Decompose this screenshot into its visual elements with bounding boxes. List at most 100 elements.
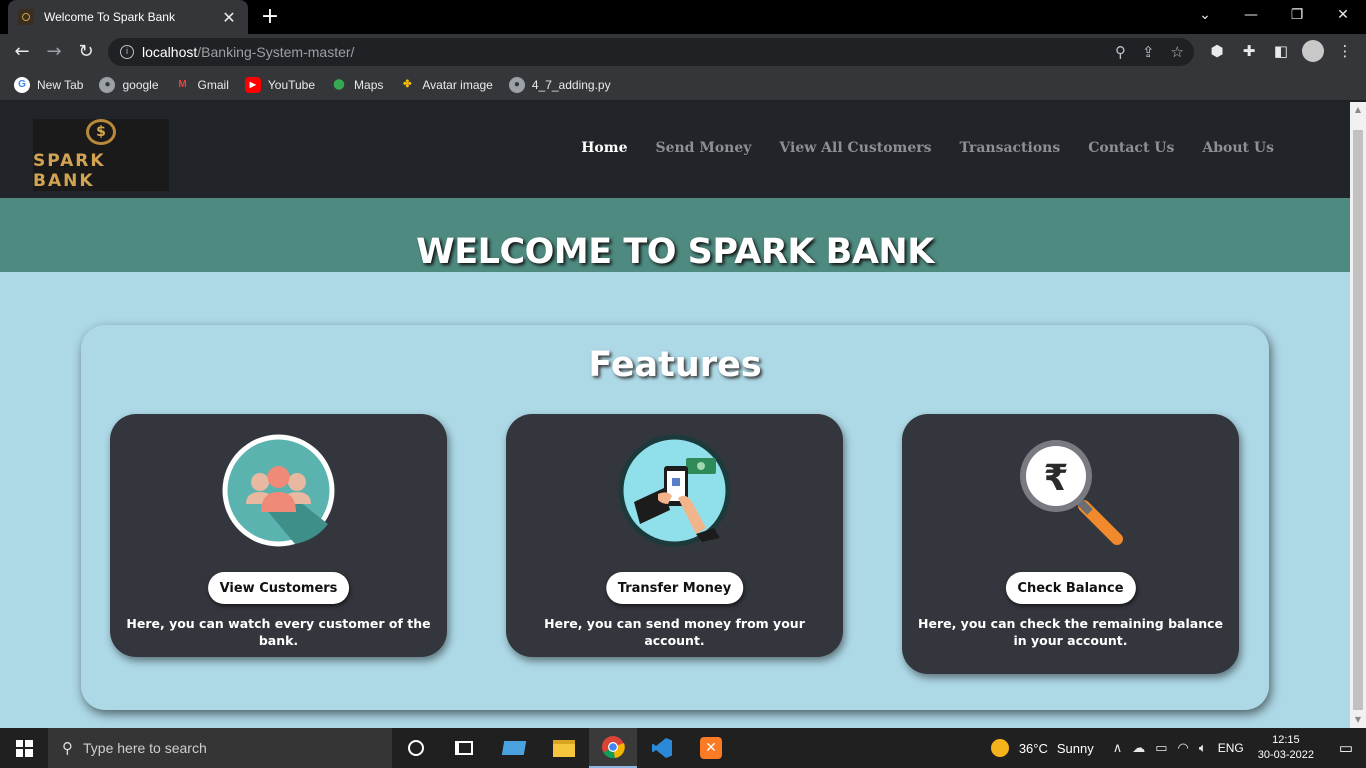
windows-logo-icon bbox=[15, 739, 33, 757]
bookmark-gmail[interactable]: M Gmail bbox=[175, 77, 229, 93]
start-button[interactable] bbox=[0, 728, 48, 768]
site-navbar: $ SPARK BANK Home Send Money View All Cu… bbox=[0, 102, 1350, 198]
bookmark-label: YouTube bbox=[267, 78, 316, 92]
close-window-button[interactable]: ✕ bbox=[1320, 0, 1366, 30]
page-scrollbar[interactable]: ▲ ▼ bbox=[1350, 102, 1366, 728]
extensions-puzzle-icon[interactable]: ✚ bbox=[1238, 40, 1260, 62]
file-explorer-icon[interactable] bbox=[540, 728, 588, 768]
sunny-weather-icon[interactable] bbox=[990, 739, 1009, 757]
tab-search-icon[interactable]: ⌄ bbox=[1182, 0, 1228, 30]
laptop-app-icon[interactable] bbox=[490, 728, 538, 768]
bookmark-maps[interactable]: ⬤ Maps bbox=[331, 77, 383, 93]
feature-card-customers: View Customers Here, you can watch every… bbox=[110, 414, 447, 657]
weather-description[interactable]: Sunny bbox=[1057, 741, 1094, 756]
notification-icon[interactable]: ▭ bbox=[1326, 728, 1366, 768]
side-panel-icon[interactable]: ◧ bbox=[1270, 40, 1292, 62]
clock-time: 12:15 bbox=[1272, 734, 1300, 746]
bookmark-label: Avatar image bbox=[422, 78, 493, 92]
browser-tab-strip: Welcome To Spark Bank ✕ + ⌄ — ❐ ✕ bbox=[0, 0, 1366, 34]
mobile-transfer-icon bbox=[618, 434, 731, 547]
bookmark-youtube[interactable]: ▶ YouTube bbox=[244, 77, 316, 93]
restore-button[interactable]: ❐ bbox=[1274, 0, 1320, 30]
chrome-taskbar-icon[interactable] bbox=[589, 728, 637, 768]
clock-date: 30-03-2022 bbox=[1257, 749, 1314, 761]
share-icon[interactable]: ⇪ bbox=[1142, 43, 1155, 61]
battery-icon[interactable]: ▭ bbox=[1155, 740, 1167, 756]
speaker-icon[interactable]: 🔈︎ bbox=[1199, 740, 1207, 756]
card-description: Here, you can check the remaining balanc… bbox=[918, 616, 1223, 648]
window-controls: ⌄ — ❐ ✕ bbox=[1182, 0, 1366, 34]
back-arrow-icon[interactable]: ← bbox=[10, 40, 34, 64]
gmail-icon: M bbox=[178, 79, 187, 90]
windows-taskbar: ⚲ Type here to search ✕ 36°C Sunny ∧ ☁ ▭… bbox=[0, 728, 1366, 768]
scroll-down-arrow-icon[interactable]: ▼ bbox=[1350, 712, 1366, 728]
nav-view-all-customers[interactable]: View All Customers bbox=[779, 140, 931, 156]
extension-cube-icon[interactable]: ⬢ bbox=[1206, 40, 1228, 62]
nav-contact-us[interactable]: Contact Us bbox=[1088, 140, 1174, 156]
bookmarks-bar: G New Tab ● google M Gmail ▶ YouTube ⬤ M… bbox=[0, 70, 1366, 100]
browser-tab[interactable]: Welcome To Spark Bank ✕ bbox=[8, 0, 248, 34]
xampp-icon[interactable]: ✕ bbox=[687, 728, 735, 768]
bookmark-new-tab[interactable]: G New Tab bbox=[14, 77, 83, 93]
nav-home[interactable]: Home bbox=[581, 140, 627, 156]
bank-favicon-icon bbox=[18, 9, 34, 25]
close-tab-icon[interactable]: ✕ bbox=[220, 8, 238, 27]
nav-send-money[interactable]: Send Money bbox=[655, 140, 751, 156]
scroll-up-arrow-icon[interactable]: ▲ bbox=[1350, 102, 1366, 118]
url-host: localhost bbox=[142, 44, 198, 60]
view-customers-button[interactable]: View Customers bbox=[207, 572, 350, 604]
google-icon: G bbox=[14, 77, 30, 93]
site-info-icon[interactable]: i bbox=[120, 45, 134, 59]
globe-icon: ● bbox=[99, 77, 116, 93]
minimize-button[interactable]: — bbox=[1228, 0, 1274, 30]
nav-transactions[interactable]: Transactions bbox=[960, 140, 1061, 156]
main-menu: Home Send Money View All Customers Trans… bbox=[581, 140, 1274, 156]
language-indicator[interactable]: ENG bbox=[1218, 741, 1244, 755]
url-path: /Banking-System-master/ bbox=[197, 44, 355, 60]
chevron-up-icon[interactable]: ∧ bbox=[1113, 740, 1123, 756]
wifi-icon[interactable]: ◠ bbox=[1178, 740, 1189, 756]
menu-kebab-icon[interactable]: ⋮ bbox=[1334, 40, 1356, 62]
taskbar-search[interactable]: ⚲ Type here to search bbox=[48, 728, 392, 768]
transfer-money-button[interactable]: Transfer Money bbox=[605, 572, 744, 604]
system-tray: 36°C Sunny ∧ ☁ ▭ ◠ 🔈︎ ENG 12:15 30-03-20… bbox=[990, 728, 1366, 768]
features-title: Features bbox=[588, 345, 762, 385]
customers-icon bbox=[222, 434, 335, 547]
dollar-coin-icon: $ bbox=[86, 119, 116, 145]
pinwheel-icon: ✤ bbox=[403, 79, 412, 90]
feature-card-transfer: Transfer Money Here, you can send money … bbox=[506, 414, 843, 657]
card-description: Here, you can watch every customer of th… bbox=[126, 616, 431, 648]
weather-temperature[interactable]: 36°C bbox=[1019, 741, 1048, 756]
bookmark-star-icon[interactable]: ☆ bbox=[1171, 43, 1184, 61]
cloud-icon[interactable]: ☁ bbox=[1132, 740, 1145, 756]
forward-arrow-icon[interactable]: → bbox=[42, 40, 66, 64]
bookmark-label: New Tab bbox=[37, 78, 84, 92]
zoom-icon[interactable]: ⚲ bbox=[1115, 43, 1126, 61]
cortana-icon[interactable] bbox=[392, 728, 440, 768]
search-icon: ⚲ bbox=[62, 739, 73, 757]
features-panel: Features View Customers Here, you can wa… bbox=[81, 325, 1269, 710]
bookmark-label: Gmail bbox=[197, 78, 229, 92]
nav-about-us[interactable]: About Us bbox=[1202, 140, 1274, 156]
tab-title: Welcome To Spark Bank bbox=[44, 10, 175, 24]
youtube-icon: ▶ bbox=[244, 77, 261, 93]
bookmark-google[interactable]: ● google bbox=[99, 77, 159, 93]
scrollbar-thumb[interactable] bbox=[1353, 130, 1363, 710]
reload-icon[interactable]: ↻ bbox=[74, 40, 98, 64]
taskbar-clock[interactable]: 12:15 30-03-2022 bbox=[1258, 733, 1314, 763]
page-viewport: $ SPARK BANK Home Send Money View All Cu… bbox=[0, 102, 1350, 728]
profile-avatar-icon[interactable] bbox=[1302, 40, 1324, 62]
logo-text: SPARK BANK bbox=[33, 151, 106, 191]
bookmark-avatar-image[interactable]: ✤ Avatar image bbox=[399, 77, 493, 93]
rupee-magnifier-icon: ₹ bbox=[1020, 440, 1123, 545]
new-tab-button[interactable]: + bbox=[258, 4, 282, 30]
task-view-icon[interactable] bbox=[440, 728, 488, 768]
feature-card-balance: ₹ Check Balance Here, you can check the … bbox=[902, 414, 1239, 674]
address-bar[interactable]: i localhost/Banking-System-master/ ⚲ ⇪ ☆ bbox=[108, 38, 1194, 66]
check-balance-button[interactable]: Check Balance bbox=[1005, 572, 1136, 604]
bookmark-label: 4_7_adding.py bbox=[531, 78, 611, 92]
vscode-icon[interactable] bbox=[638, 728, 686, 768]
bookmark-label: google bbox=[122, 78, 159, 92]
spark-bank-logo[interactable]: $ SPARK BANK bbox=[33, 119, 169, 191]
bookmark-4-7-adding[interactable]: ● 4_7_adding.py bbox=[508, 77, 611, 93]
